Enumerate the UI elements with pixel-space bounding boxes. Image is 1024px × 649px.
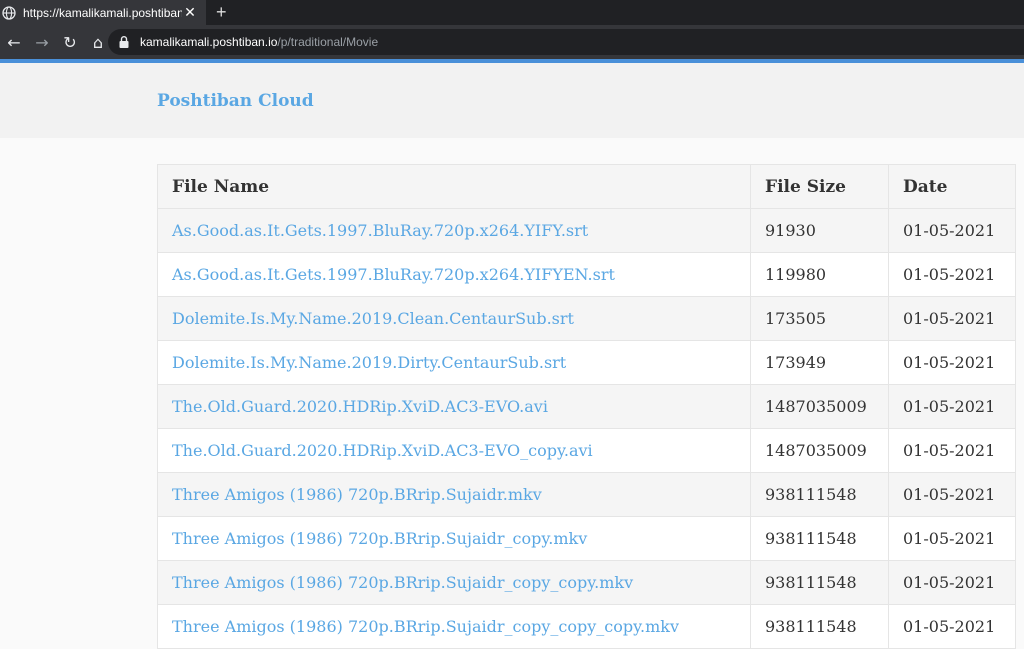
file-size-cell: 1487035009 — [750, 384, 889, 429]
file-name-cell: Three Amigos (1986) 720p.BRrip.Sujaidr_c… — [157, 560, 751, 605]
file-link[interactable]: As.Good.as.It.Gets.1997.BluRay.720p.x264… — [172, 221, 588, 240]
table-row: Three Amigos (1986) 720p.BRrip.Sujaidr_c… — [157, 604, 1016, 649]
file-name-cell: Dolemite.Is.My.Name.2019.Clean.CentaurSu… — [157, 296, 751, 341]
table-row: The.Old.Guard.2020.HDRip.XviD.AC3-EVO.av… — [157, 384, 1016, 429]
site-header: Poshtiban Cloud — [0, 63, 1024, 138]
file-link[interactable]: Dolemite.Is.My.Name.2019.Dirty.CentaurSu… — [172, 353, 566, 372]
file-link[interactable]: As.Good.as.It.Gets.1997.BluRay.720p.x264… — [172, 265, 615, 284]
file-date-cell: 01-05-2021 — [888, 340, 1016, 385]
close-icon[interactable]: ✕ — [182, 4, 198, 21]
new-tab-button[interactable]: + — [216, 0, 227, 25]
browser-tab-strip: https://kamalikamali.poshtiban.io ✕ + — [0, 0, 1024, 25]
table-row: Three Amigos (1986) 720p.BRrip.Sujaidr.m… — [157, 472, 1016, 517]
file-size-cell: 938111548 — [750, 472, 889, 517]
table-row: Three Amigos (1986) 720p.BRrip.Sujaidr_c… — [157, 516, 1016, 561]
column-header-file-name: File Name — [157, 164, 751, 209]
file-name-cell: Three Amigos (1986) 720p.BRrip.Sujaidr_c… — [157, 516, 751, 561]
file-link[interactable]: The.Old.Guard.2020.HDRip.XviD.AC3-EVO.av… — [172, 397, 548, 416]
file-link[interactable]: Three Amigos (1986) 720p.BRrip.Sujaidr.m… — [172, 485, 542, 504]
file-name-cell: Three Amigos (1986) 720p.BRrip.Sujaidr_c… — [157, 604, 751, 649]
table-row: Dolemite.Is.My.Name.2019.Clean.CentaurSu… — [157, 296, 1016, 341]
lock-icon — [118, 35, 130, 49]
file-size-cell: 91930 — [750, 208, 889, 253]
address-bar[interactable]: kamalikamali.poshtiban.io /p/traditional… — [108, 29, 1024, 55]
browser-tab[interactable]: https://kamalikamali.poshtiban.io ✕ — [0, 0, 206, 25]
file-date-cell: 01-05-2021 — [888, 208, 1016, 253]
tab-title: https://kamalikamali.poshtiban.io — [23, 5, 182, 20]
table-row: Dolemite.Is.My.Name.2019.Dirty.CentaurSu… — [157, 340, 1016, 385]
brand-link[interactable]: Poshtiban Cloud — [157, 91, 314, 111]
file-link[interactable]: Dolemite.Is.My.Name.2019.Clean.CentaurSu… — [172, 309, 574, 328]
table-row: As.Good.as.It.Gets.1997.BluRay.720p.x264… — [157, 208, 1016, 253]
file-size-cell: 119980 — [750, 252, 889, 297]
file-name-cell: Dolemite.Is.My.Name.2019.Dirty.CentaurSu… — [157, 340, 751, 385]
reload-icon[interactable]: ↻ — [56, 33, 84, 52]
file-table-container: File Name File Size Date As.Good.as.It.G… — [157, 164, 1016, 649]
file-name-cell: Three Amigos (1986) 720p.BRrip.Sujaidr.m… — [157, 472, 751, 517]
file-size-cell: 938111548 — [750, 516, 889, 561]
forward-arrow-icon[interactable]: → — [28, 33, 56, 52]
file-date-cell: 01-05-2021 — [888, 472, 1016, 517]
back-arrow-icon[interactable]: ← — [0, 33, 28, 52]
file-size-cell: 938111548 — [750, 560, 889, 605]
column-header-file-size: File Size — [750, 164, 889, 209]
table-row: The.Old.Guard.2020.HDRip.XviD.AC3-EVO_co… — [157, 428, 1016, 473]
table-row: Three Amigos (1986) 720p.BRrip.Sujaidr_c… — [157, 560, 1016, 605]
file-date-cell: 01-05-2021 — [888, 516, 1016, 561]
file-name-cell: The.Old.Guard.2020.HDRip.XviD.AC3-EVO_co… — [157, 428, 751, 473]
file-link[interactable]: The.Old.Guard.2020.HDRip.XviD.AC3-EVO_co… — [172, 441, 593, 460]
file-date-cell: 01-05-2021 — [888, 560, 1016, 605]
file-name-cell: The.Old.Guard.2020.HDRip.XviD.AC3-EVO.av… — [157, 384, 751, 429]
file-size-cell: 938111548 — [750, 604, 889, 649]
file-link[interactable]: Three Amigos (1986) 720p.BRrip.Sujaidr_c… — [172, 573, 633, 592]
table-row: As.Good.as.It.Gets.1997.BluRay.720p.x264… — [157, 252, 1016, 297]
file-table: File Name File Size Date As.Good.as.It.G… — [157, 164, 1016, 649]
file-size-cell: 1487035009 — [750, 428, 889, 473]
url-path: /p/traditional/Movie — [277, 35, 379, 49]
file-date-cell: 01-05-2021 — [888, 252, 1016, 297]
url-host: kamalikamali.poshtiban.io — [140, 35, 278, 49]
file-date-cell: 01-05-2021 — [888, 296, 1016, 341]
file-name-cell: As.Good.as.It.Gets.1997.BluRay.720p.x264… — [157, 252, 751, 297]
file-date-cell: 01-05-2021 — [888, 384, 1016, 429]
browser-toolbar: ← → ↻ ⌂ kamalikamali.poshtiban.io /p/tra… — [0, 25, 1024, 59]
file-date-cell: 01-05-2021 — [888, 428, 1016, 473]
table-header-row: File Name File Size Date — [157, 164, 1016, 209]
file-link[interactable]: Three Amigos (1986) 720p.BRrip.Sujaidr_c… — [172, 529, 587, 548]
globe-icon — [2, 5, 16, 20]
column-header-date: Date — [888, 164, 1016, 209]
file-link[interactable]: Three Amigos (1986) 720p.BRrip.Sujaidr_c… — [172, 617, 679, 636]
file-size-cell: 173949 — [750, 340, 889, 385]
file-name-cell: As.Good.as.It.Gets.1997.BluRay.720p.x264… — [157, 208, 751, 253]
file-date-cell: 01-05-2021 — [888, 604, 1016, 649]
file-size-cell: 173505 — [750, 296, 889, 341]
